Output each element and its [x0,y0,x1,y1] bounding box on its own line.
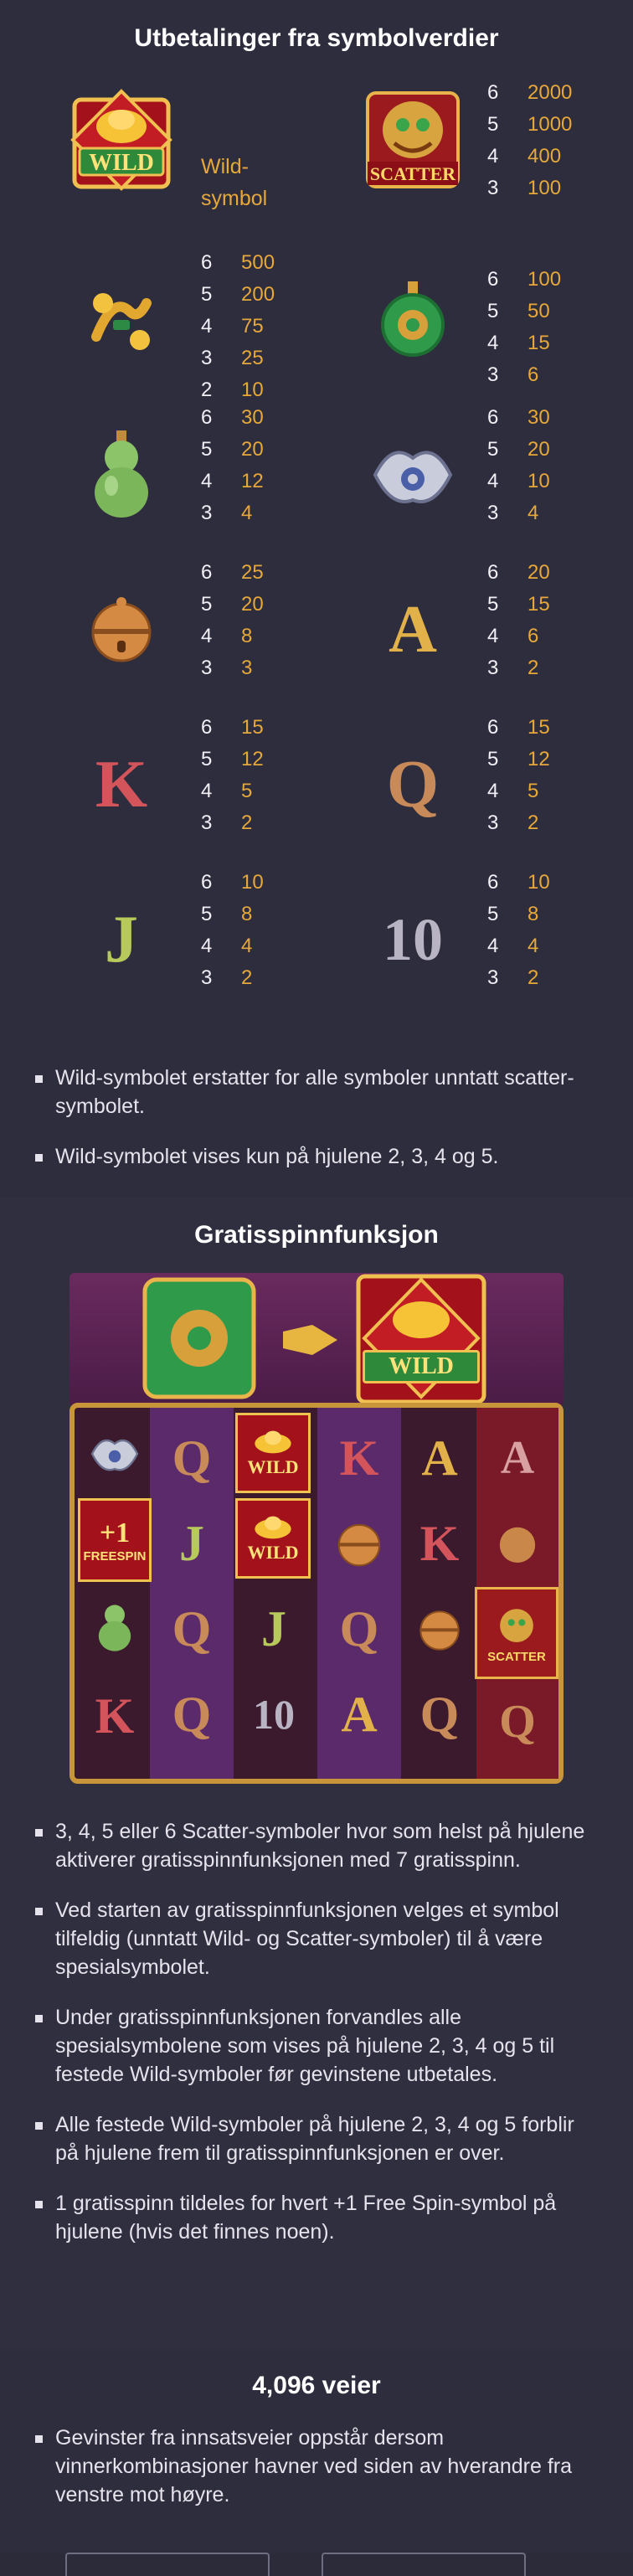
symbol-cell-a: A 6 20 5 15 46 32 [316,542,633,696]
ways-title: 4,096 veier [252,2372,381,2399]
rule-item: 1 gratisspinn tildeles for hvert +1 Free… [33,2189,600,2246]
rule-item: Gevinster fra innsatsveier oppstår derso… [33,2424,600,2509]
free-spins-rules-list: 3, 4, 5 eller 6 Scatter-symboler hvor so… [0,1817,633,2246]
letter-q-symbol: Q [172,1430,212,1486]
letter-j-symbol: J [179,1515,204,1571]
banner-wild-label: WILD [363,1350,480,1383]
pays-k: 6 15 5 12 45 32 [201,716,264,834]
wild-tile: WILD [235,1413,311,1493]
ruyi-ingot-icon [67,265,176,374]
rule-item: Under gratisspinnfunksjonen forvandles a… [33,2003,600,2089]
bottom-buttons [0,2537,633,2576]
gourd-icon [83,1588,147,1663]
scatter-tile: SCATTER [475,1587,558,1679]
free-spins-illustration: WILD +1 FREESPIN K Q J Q Q WILD WILD J 1… [69,1273,564,1784]
pays-q: 6 15 5 12 45 32 [487,716,550,834]
next-page-button[interactable] [322,2553,526,2576]
free-spins-title: Gratisspinnfunksjon [194,1221,439,1249]
letter-j-symbol: J [261,1600,286,1656]
symbol-cell-k: K 6 15 5 12 45 32 [0,697,316,851]
letter-q-symbol: Q [339,1600,379,1656]
ways-rules-list: Gevinster fra innsatsveier oppstår derso… [0,2424,633,2509]
letter-j-symbol: J [105,902,138,976]
letter-k-symbol: K [95,1687,135,1744]
letter-q-symbol: Q [499,1696,536,1748]
ways-section: 4,096 veier Gevinster fra innsatsveier o… [0,2348,633,2553]
symbol-cell-q: Q 6 15 5 12 45 32 [316,697,633,851]
symbol-cell-j: J 6 10 58 44 32 [0,852,316,1006]
pays-a: 6 20 5 15 46 32 [487,561,550,679]
symbol-cell-gourd: 6 30 5 20 4 12 34 [0,387,316,541]
rule-item: Alle festede Wild-symboler på hjulene 2,… [33,2110,600,2167]
symbol-cell-ingot-ruyi: 6 500 5 200 4 75 3 25 2 10 [0,232,316,401]
rule-item: Wild-symbolet vises kun på hjulene 2, 3,… [33,1142,600,1171]
wild-rules-list: Wild-symbolet erstatter for alle symbole… [0,1064,633,1171]
letter-a-symbol: A [341,1686,378,1742]
letter-q-symbol: Q [172,1686,212,1742]
number-10-symbol: 10 [253,1691,295,1738]
letter-k-symbol: K [339,1430,379,1486]
pays-j: 6 10 58 44 32 [201,871,264,989]
pays-silver-lock: 6 30 5 20 4 10 34 [487,406,550,524]
rule-item: Ved starten av gratisspinnfunksjonen vel… [33,1896,600,1981]
paytable-title: Utbetalinger fra symbolverdier [134,24,499,52]
silver-lock-icon [358,420,467,529]
pays-ingot-ruyi: 6 500 5 200 4 75 3 25 2 10 [201,251,275,401]
pays-bell: 6 25 5 20 48 33 [201,561,264,679]
letter-a-symbol: A [389,592,437,667]
wild-tile: WILD [235,1498,311,1579]
letter-k-symbol: K [419,1515,460,1571]
letter-q-symbol: Q [172,1600,212,1656]
symbol-cell-silver-lock: 6 30 5 20 4 10 34 [316,387,633,541]
silver-lock-icon [81,1416,148,1492]
paytable-grid: WILD Wild- symbol SCATTER 6 2000 5 1000 … [0,77,633,1032]
paytable-section: Utbetalinger fra symbolverdier WILD Wild… [0,0,633,1198]
bell-icon [317,1502,401,1585]
number-10-symbol: 10 [383,905,443,973]
letter-a-symbol: A [421,1430,458,1486]
illustration-banner: WILD [69,1273,564,1407]
wild-label-line2: symbol [201,187,268,210]
bell-icon [480,1502,555,1585]
rule-item: 3, 4, 5 eller 6 Scatter-symboler hvor so… [33,1817,600,1874]
scatter-symbol-icon: SCATTER [358,85,467,194]
reels-grid: +1 FREESPIN K Q J Q Q WILD WILD J 10 K Q… [69,1403,564,1784]
rule-item: Wild-symbolet erstatter for alle symbole… [33,1064,600,1121]
scatter-cell: SCATTER 6 2000 5 1000 4 400 3 100 [316,77,633,231]
pays-10: 6 10 58 44 32 [487,871,550,989]
gourd-icon [67,420,176,529]
bell-icon [403,1587,476,1671]
svg-text:SCATTER: SCATTER [370,163,456,184]
wild-symbol-icon: WILD [67,85,176,194]
letter-q-symbol: Q [419,1686,460,1742]
scatter-pays: 6 2000 5 1000 4 400 3 100 [487,81,573,199]
letter-a-symbol: A [500,1432,535,1484]
wild-label-line1: Wild- [201,155,249,178]
svg-text:WILD: WILD [89,150,154,176]
symbol-cell-10: 10 6 10 58 44 32 [316,852,633,1006]
symbol-cell-jade-pendant: 6 100 5 50 4 15 36 [316,232,633,386]
previous-page-button[interactable] [65,2553,270,2576]
symbol-cell-bell: 6 25 5 20 48 33 [0,542,316,696]
letter-k-symbol: K [95,747,148,822]
wild-cell: WILD Wild- symbol [0,77,316,231]
bell-icon [67,575,176,684]
pays-gourd: 6 30 5 20 4 12 34 [201,406,264,524]
pays-jade-pendant: 6 100 5 50 4 15 36 [487,268,562,386]
freespin-tile: +1 FREESPIN [78,1498,152,1582]
free-spins-section: Gratisspinnfunksjon WILD +1 FREESPIN K Q… [0,1198,633,2348]
jade-pendant-icon [358,265,467,374]
letter-q-symbol: Q [386,747,440,822]
